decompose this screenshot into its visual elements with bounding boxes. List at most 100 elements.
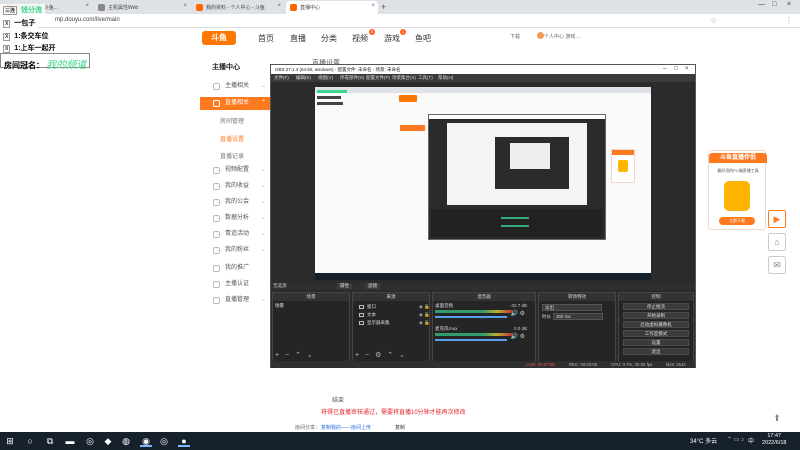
stop-streaming-button[interactable]: 停止推流	[623, 303, 689, 310]
app-icon[interactable]: ◆	[102, 435, 114, 447]
sidebar-item-promo[interactable]: 我的推广	[200, 262, 270, 275]
sidebar-item-manage[interactable]: 直播管理 ⌄	[200, 294, 270, 307]
obs-window: OBS 27.1.3 (64-bit, windows) - 配置文件: 未命名…	[270, 64, 696, 368]
copy-button[interactable]: 复制	[395, 424, 405, 431]
menu-docks[interactable]: 停靠部件(D)	[340, 75, 364, 81]
close-icon[interactable]: ×	[183, 3, 187, 9]
clock[interactable]: 17:47 2022/6/18	[762, 433, 786, 447]
sidebar-sub-records[interactable]: 直播记录	[220, 151, 244, 160]
download-button[interactable]: 立即下载	[719, 217, 755, 225]
tab-2[interactable]: 我的资料 - 个人中心 - 斗鱼 ×	[192, 1, 284, 14]
weather-widget[interactable]: 34°C 多云	[690, 436, 717, 445]
transition-select[interactable]: 淡出	[542, 304, 602, 311]
play-icon[interactable]: ▶	[768, 210, 786, 228]
tab-1[interactable]: 主机属性Web ×	[94, 1, 190, 14]
close-icon[interactable]: ×	[371, 3, 375, 9]
feedback-icon[interactable]: ✉	[768, 256, 786, 274]
ad-subtitle: 最好用的PC端直播工具	[717, 168, 759, 173]
scene-controls[interactable]: + − ⌃ ⌄	[275, 351, 315, 359]
sidebar-item-data[interactable]: 数据分析 ⌄	[200, 212, 270, 225]
exit-button[interactable]: 退出	[623, 348, 689, 355]
close-icon[interactable]: ×	[277, 3, 281, 9]
tray-icons[interactable]: ⌃ ▭ ♪	[727, 436, 744, 443]
sidebar-item-live[interactable]: 直播相关 ⌃	[200, 97, 270, 110]
star-icon[interactable]: ☆	[710, 16, 717, 25]
close-icon[interactable]: ×	[685, 66, 689, 72]
close-window-icon[interactable]: ×	[787, 1, 791, 8]
share-link[interactable]: 复制我的——房间上传	[321, 424, 371, 431]
maximize-icon[interactable]: □	[674, 66, 678, 72]
captured-obs-titlebar	[429, 115, 605, 119]
menu-tools[interactable]: 工具(T)	[418, 75, 433, 81]
source-controls[interactable]: + − ⚙ ⌃ ⌄	[355, 351, 407, 359]
home-icon[interactable]: ⌂	[768, 233, 786, 251]
speaker-icon[interactable]: 🔊 ⚙	[510, 333, 525, 340]
wechat-icon[interactable]: ◍	[120, 435, 132, 447]
studio-mode-button[interactable]: 工作室模式	[623, 330, 689, 337]
eye-icon[interactable]: ◉ 🔓	[419, 304, 430, 310]
menu-profile[interactable]: 配置文件(P)	[366, 75, 390, 81]
menu-edit[interactable]: 编辑(E)	[296, 75, 311, 81]
nav-fishbar[interactable]: 鱼吧	[415, 33, 431, 44]
sidebar-item-income[interactable]: 我的收益 ⌄	[200, 180, 270, 193]
properties-button[interactable]: 属性	[337, 283, 352, 289]
nav-live[interactable]: 直播	[290, 33, 306, 44]
duration-input[interactable]: 300 ms	[553, 313, 603, 320]
minimize-icon[interactable]: —	[758, 1, 765, 8]
scene-item[interactable]: 场景	[275, 303, 284, 309]
avatar[interactable]	[537, 32, 544, 39]
sidebar-item-guild[interactable]: 我的公会 ⌄	[200, 196, 270, 209]
settings-button[interactable]: 设置	[623, 339, 689, 346]
tab-3-active[interactable]: 直播中心 ×	[286, 1, 378, 14]
badge-icon	[213, 281, 220, 288]
source-text[interactable]: 文本 ◉ 🔓	[359, 312, 430, 318]
sidebar-sub-settings[interactable]: 直播设置	[220, 134, 244, 143]
close-icon[interactable]: ×	[85, 3, 89, 9]
source-window[interactable]: 窗口 ◉ 🔓	[359, 304, 430, 310]
task-view-icon[interactable]: ⧉	[44, 435, 56, 447]
user-menu[interactable]: 个人中心 游戏 ...	[544, 33, 581, 40]
volume-slider[interactable]	[435, 339, 507, 341]
nav-category[interactable]: 分类	[321, 33, 337, 44]
sidebar-item-certify[interactable]: 主播认证	[200, 278, 270, 291]
sidebar-item-fans[interactable]: 我的粉丝 ⌄	[200, 244, 270, 257]
sidebar-item-anchor[interactable]: 主播相关 ⌄	[200, 80, 270, 93]
menu-help[interactable]: 帮助(H)	[438, 75, 453, 81]
volume-slider[interactable]	[435, 316, 507, 318]
obs-preview-canvas[interactable]	[315, 87, 651, 280]
menu-scene-collection[interactable]: 场景集合(S)	[392, 75, 416, 81]
virtual-camera-button[interactable]: 启动虚拟摄像机	[623, 321, 689, 328]
source-display[interactable]: 显示器采集 ◉ 🔓	[359, 320, 430, 326]
eye-icon[interactable]: ◉ 🔓	[419, 312, 430, 318]
nav-game[interactable]: 游戏	[384, 33, 400, 44]
new-tab-plus-icon[interactable]: +	[381, 2, 386, 12]
nav-video[interactable]: 视频	[352, 33, 368, 44]
menu-dots-icon[interactable]: ⋮	[785, 16, 793, 25]
steam-icon[interactable]: ◎	[158, 435, 170, 447]
search-icon[interactable]: ○	[24, 435, 36, 447]
input-language[interactable]: 中	[748, 436, 754, 445]
folder-icon[interactable]: ▬	[64, 435, 76, 447]
tab-label: 我的资料 - 个人中心 - 斗鱼	[206, 5, 265, 11]
filters-button[interactable]: 滤镜	[365, 283, 380, 289]
download-link[interactable]: 下载	[510, 33, 520, 40]
scroll-top-icon[interactable]: ⬆	[768, 410, 786, 428]
start-recording-button[interactable]: 开始录制	[623, 312, 689, 319]
obs-icon[interactable]: ●	[178, 435, 190, 447]
menu-view[interactable]: 视图(V)	[318, 75, 333, 81]
minimize-icon[interactable]: –	[663, 66, 666, 72]
windows-start-icon[interactable]: ⊞	[4, 435, 16, 447]
douyu-logo[interactable]: 斗鱼	[202, 31, 236, 45]
steam-icon[interactable]: ◎	[84, 435, 96, 447]
sidebar-item-video[interactable]: 视频配置 ⌄	[200, 164, 270, 177]
sidebar-item-activity[interactable]: 青追活动 ⌄	[200, 228, 270, 241]
maximize-icon[interactable]: □	[772, 1, 776, 8]
eye-icon[interactable]: ◉ 🔓	[419, 320, 430, 326]
chrome-icon[interactable]: ◉	[140, 435, 152, 447]
nav-home[interactable]: 首页	[258, 33, 274, 44]
menu-file[interactable]: 文件(F)	[274, 75, 289, 81]
live-companion-ad[interactable]: 斗鱼直播伴侣 最好用的PC端直播工具 立即下载	[708, 150, 767, 230]
speaker-icon[interactable]: 🔊 ⚙	[510, 310, 525, 317]
url-field[interactable]: mp.douyu.com/live/main	[55, 17, 120, 23]
sidebar-sub-room[interactable]: 房间管理	[220, 116, 244, 125]
